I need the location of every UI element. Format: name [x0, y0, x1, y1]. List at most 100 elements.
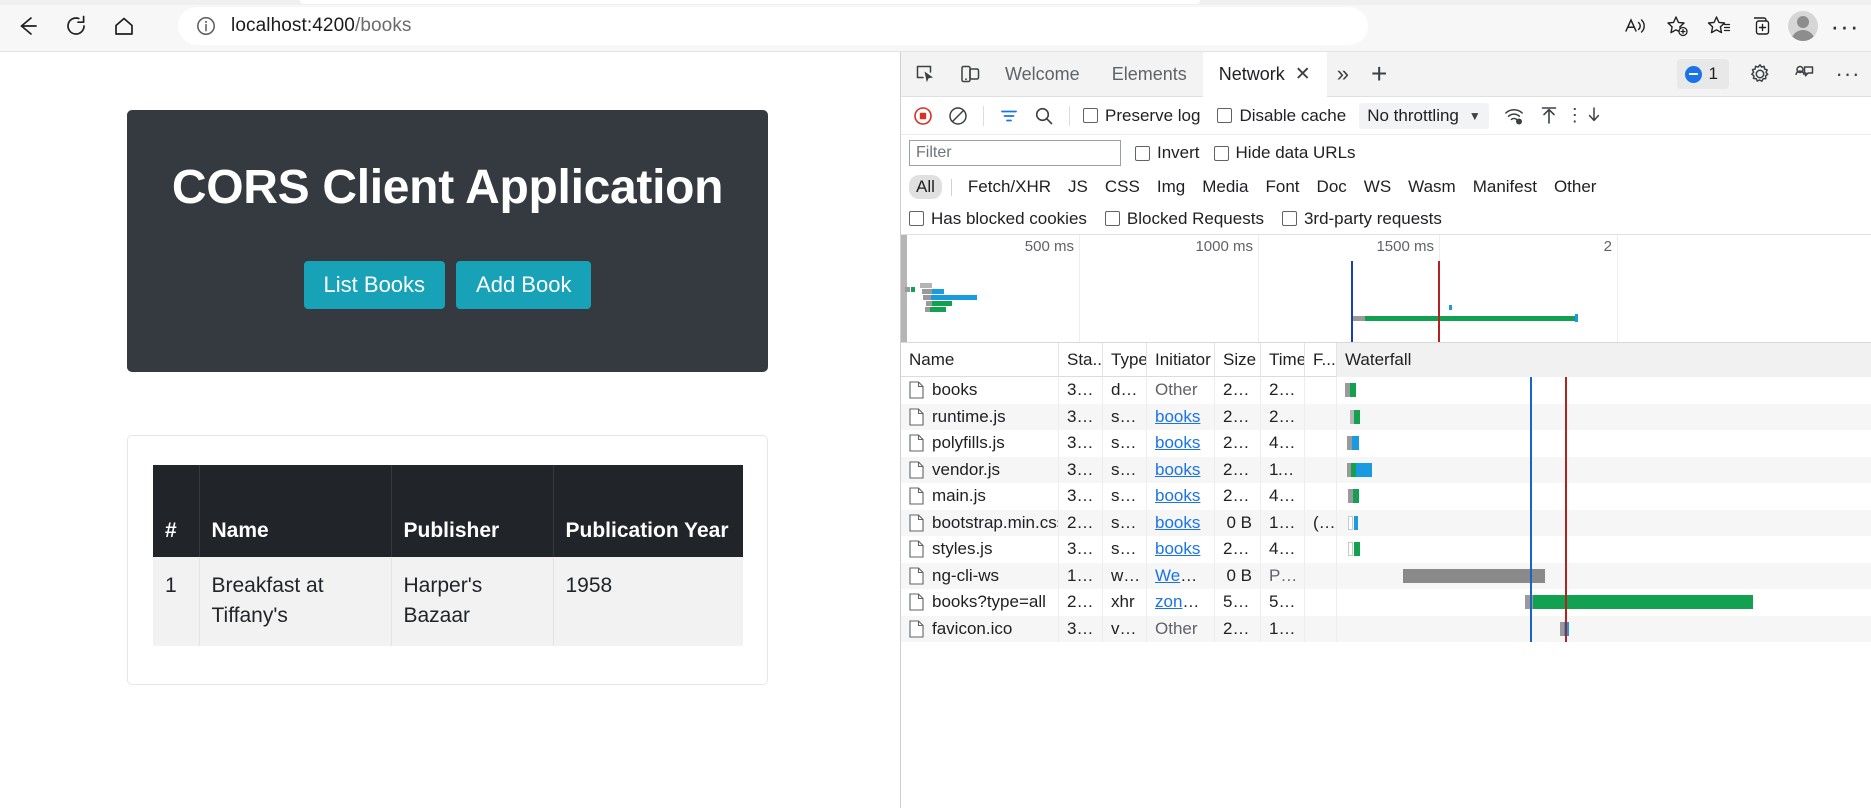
type-filter-ws[interactable]: WS: [1357, 175, 1398, 199]
column-header-initiator[interactable]: Initiator: [1147, 342, 1215, 377]
request-name-cell[interactable]: books: [901, 377, 1059, 404]
type-filter-doc[interactable]: Doc: [1310, 175, 1354, 199]
request-name-cell[interactable]: polyfills.js: [901, 430, 1059, 457]
column-header-f[interactable]: F...: [1305, 342, 1337, 377]
request-name-cell[interactable]: styles.js: [901, 536, 1059, 563]
type-filter-wasm[interactable]: Wasm: [1401, 175, 1463, 199]
has-blocked-cookies-checkbox[interactable]: Has blocked cookies: [909, 209, 1087, 229]
add-favorite-button[interactable]: [1657, 6, 1697, 46]
table-row[interactable]: ng-cli-ws 101 we... WebSo... 0 B Pe...: [901, 562, 1871, 589]
table-row[interactable]: styles.js 304 scr... books 23... 45 ...: [901, 536, 1871, 563]
disable-cache-checkbox[interactable]: Disable cache: [1217, 106, 1346, 126]
initiator-link[interactable]: books: [1155, 486, 1200, 505]
blocked-requests-checkbox[interactable]: Blocked Requests: [1104, 209, 1264, 229]
request-initiator[interactable]: zone.js:...: [1147, 589, 1215, 616]
column-header-time[interactable]: Time: [1261, 342, 1305, 377]
devtools-tab-elements[interactable]: Elements: [1096, 52, 1203, 97]
type-filter-fetch-xhr[interactable]: Fetch/XHR: [961, 175, 1058, 199]
table-row[interactable]: polyfills.js 304 scr... books 23... 40 .…: [901, 430, 1871, 457]
request-initiator[interactable]: books: [1147, 456, 1215, 483]
column-header-status[interactable]: Sta...: [1059, 342, 1103, 377]
request-name-cell[interactable]: vendor.js: [901, 456, 1059, 483]
devtools-tab-network[interactable]: Network ✕: [1202, 52, 1327, 97]
request-name-cell[interactable]: ng-cli-ws: [901, 562, 1059, 589]
column-header-name[interactable]: Name: [901, 342, 1059, 377]
initiator-link[interactable]: books: [1155, 460, 1200, 479]
request-initiator[interactable]: books: [1147, 430, 1215, 457]
browser-more-button[interactable]: ···: [1825, 6, 1865, 46]
table-row[interactable]: main.js 304 scr... books 23... 48 ...: [901, 483, 1871, 510]
type-filter-other[interactable]: Other: [1547, 175, 1604, 199]
type-filter-css[interactable]: CSS: [1098, 175, 1147, 199]
export-har-button[interactable]: [1585, 100, 1603, 132]
devtools-settings-button[interactable]: [1741, 55, 1779, 93]
devtools-tab-welcome[interactable]: Welcome: [989, 52, 1096, 97]
type-filter-all[interactable]: All: [909, 175, 942, 199]
third-party-requests-checkbox[interactable]: 3rd-party requests: [1281, 209, 1442, 229]
column-header-waterfall[interactable]: Waterfall: [1337, 342, 1871, 377]
list-books-button[interactable]: List Books: [303, 261, 446, 310]
table-row[interactable]: runtime.js 304 scr... books 23... 26 ...: [901, 403, 1871, 430]
request-name-cell[interactable]: runtime.js: [901, 403, 1059, 430]
favorites-button[interactable]: [1699, 6, 1739, 46]
type-filter-js[interactable]: JS: [1061, 175, 1095, 199]
initiator-link[interactable]: books: [1155, 433, 1200, 452]
table-row[interactable]: books?type=all 200 xhr zone.js:... 57...…: [901, 589, 1871, 616]
network-more-button[interactable]: ⋮: [1566, 100, 1584, 132]
request-name-cell[interactable]: main.js: [901, 483, 1059, 510]
issues-badge[interactable]: 1: [1676, 59, 1729, 89]
clear-network-log-button[interactable]: [942, 100, 974, 132]
search-button[interactable]: [1028, 100, 1060, 132]
request-name-cell[interactable]: favicon.ico: [901, 615, 1059, 642]
type-filter-manifest[interactable]: Manifest: [1466, 175, 1544, 199]
network-conditions-button[interactable]: [1498, 100, 1530, 132]
type-filter-media[interactable]: Media: [1195, 175, 1255, 199]
column-header-size[interactable]: Size: [1215, 342, 1261, 377]
initiator-link[interactable]: WebSo...: [1155, 566, 1214, 585]
add-book-button[interactable]: Add Book: [456, 261, 592, 310]
table-row[interactable]: favicon.ico 304 vn... Other 23... 12 ...: [901, 615, 1871, 642]
table-row[interactable]: bootstrap.min.css 200 sty... books 0 B 1…: [901, 509, 1871, 536]
column-header-type[interactable]: Type: [1103, 342, 1147, 377]
refresh-button[interactable]: [56, 6, 96, 46]
close-icon[interactable]: ✕: [1295, 52, 1311, 97]
request-name-cell[interactable]: books?type=all: [901, 589, 1059, 616]
collections-button[interactable]: [1741, 6, 1781, 46]
record-stop-button[interactable]: [907, 100, 939, 132]
filter-input[interactable]: [909, 140, 1121, 166]
initiator-link[interactable]: zone.js:...: [1155, 592, 1214, 611]
request-initiator[interactable]: books: [1147, 509, 1215, 536]
type-filter-img[interactable]: Img: [1150, 175, 1192, 199]
request-initiator[interactable]: books: [1147, 403, 1215, 430]
throttling-dropdown[interactable]: No throttling ▼: [1359, 102, 1489, 129]
request-initiator[interactable]: books: [1147, 483, 1215, 510]
device-toolbar-button[interactable]: [951, 55, 989, 93]
request-name-cell[interactable]: bootstrap.min.css: [901, 509, 1059, 536]
request-initiator[interactable]: WebSo...: [1147, 562, 1215, 589]
address-bar[interactable]: localhost:4200/books: [178, 7, 1368, 45]
invert-checkbox[interactable]: Invert: [1135, 143, 1200, 163]
table-row[interactable]: vendor.js 304 scr... books 23... 11...: [901, 456, 1871, 483]
table-row[interactable]: books 304 do... Other 23... 26 ...: [901, 377, 1871, 404]
more-tabs-icon[interactable]: »: [1327, 61, 1359, 87]
network-overview-timeline[interactable]: 500 ms 1000 ms 1500 ms 2: [901, 235, 1871, 343]
toggle-filter-button[interactable]: [993, 100, 1025, 132]
import-har-button[interactable]: [1533, 100, 1565, 132]
new-tab-icon[interactable]: +: [1359, 58, 1399, 90]
hide-data-urls-checkbox[interactable]: Hide data URLs: [1213, 143, 1356, 163]
send-feedback-button[interactable]: [1785, 55, 1823, 93]
read-aloud-button[interactable]: [1615, 6, 1655, 46]
load-event-line: [1565, 589, 1567, 616]
profile-button[interactable]: [1783, 6, 1823, 46]
type-filter-font[interactable]: Font: [1259, 175, 1307, 199]
preserve-log-checkbox[interactable]: Preserve log: [1083, 106, 1200, 126]
request-initiator[interactable]: books: [1147, 536, 1215, 563]
site-info-icon[interactable]: [193, 13, 219, 39]
back-button[interactable]: [8, 6, 48, 46]
home-button[interactable]: [104, 6, 144, 46]
initiator-link[interactable]: books: [1155, 513, 1200, 532]
devtools-more-button[interactable]: ···: [1829, 55, 1867, 93]
inspect-element-button[interactable]: [907, 55, 945, 93]
initiator-link[interactable]: books: [1155, 407, 1200, 426]
initiator-link[interactable]: books: [1155, 539, 1200, 558]
